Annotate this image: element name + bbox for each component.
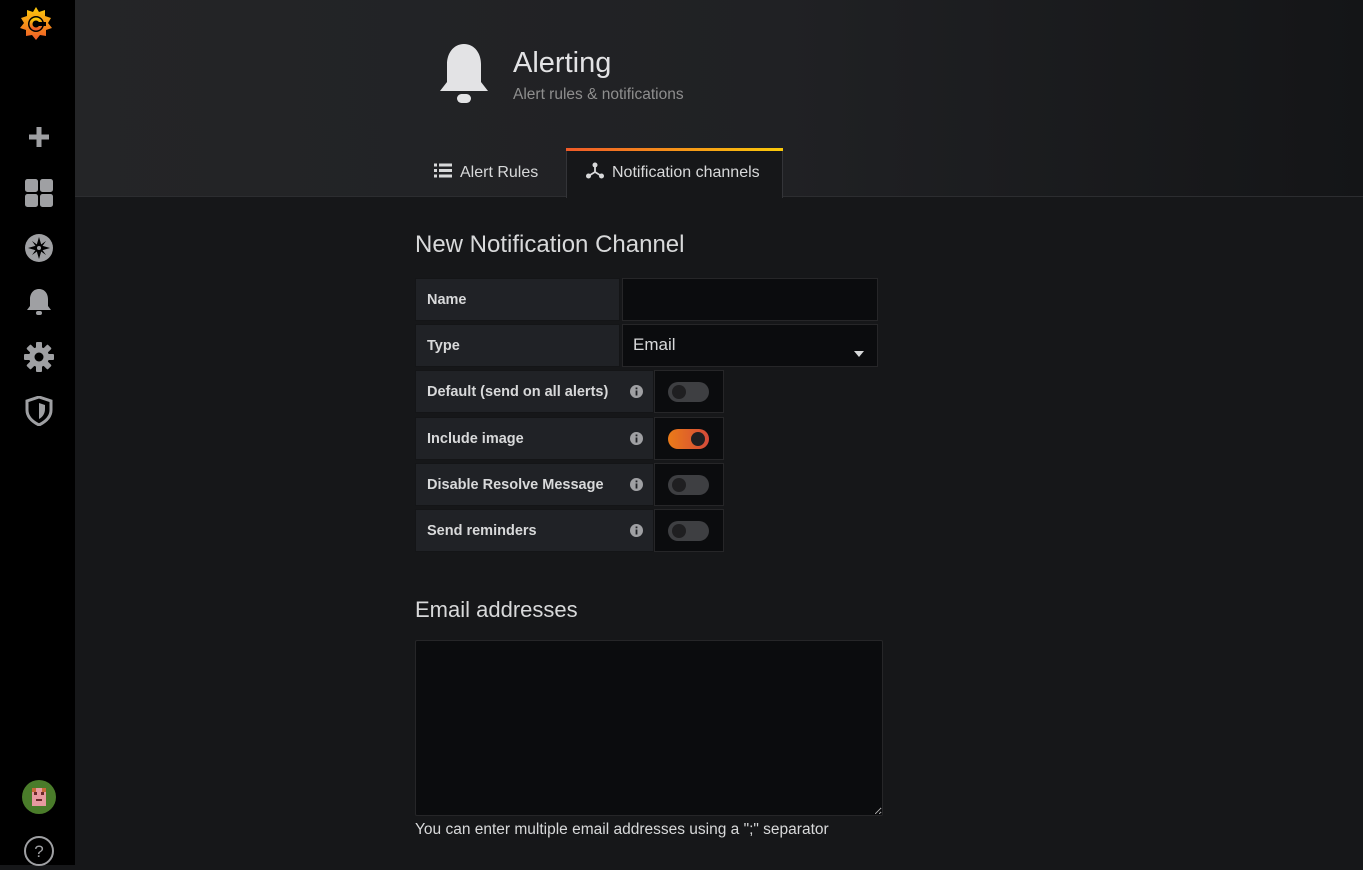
name-row: Name: [415, 278, 878, 321]
dashboards-icon[interactable]: [20, 174, 58, 212]
toggle-knob: [672, 524, 686, 538]
info-icon[interactable]: [630, 432, 643, 449]
include-image-toggle[interactable]: [654, 417, 724, 460]
toggle-label: Default (send on all alerts): [415, 370, 654, 413]
type-select[interactable]: Email: [622, 324, 878, 367]
channels-icon: [586, 162, 604, 184]
page-title: Alerting: [513, 47, 612, 79]
toggle-knob: [672, 385, 686, 399]
tab-notification-channels[interactable]: Notification channels: [566, 148, 783, 198]
info-icon[interactable]: [630, 478, 643, 495]
email-addresses-textarea[interactable]: [415, 640, 883, 816]
help-icon[interactable]: ?: [20, 832, 58, 870]
form-title: New Notification Channel: [415, 231, 685, 258]
explore-compass-icon[interactable]: [20, 229, 58, 267]
tab-label: Alert Rules: [460, 163, 539, 181]
sidebar: ?: [0, 0, 75, 866]
grafana-logo-icon[interactable]: [16, 4, 56, 44]
toggle-label: Send reminders: [415, 509, 654, 552]
toggle-track: [668, 429, 709, 449]
toggle-track: [668, 382, 709, 402]
disable-resolve-toggle[interactable]: [654, 463, 724, 506]
toggle-label-text: Send reminders: [427, 522, 537, 539]
name-label: Name: [415, 278, 620, 321]
tab-alert-rules[interactable]: Alert Rules: [434, 148, 538, 197]
toggle-row-include-image: Include image: [415, 417, 724, 460]
toggle-knob: [672, 478, 686, 492]
bell-icon: [438, 42, 490, 113]
page-header: Alerting Alert rules & notifications Ale…: [75, 0, 1363, 198]
plus-icon[interactable]: [20, 118, 58, 156]
toggle-knob: [691, 432, 705, 446]
email-hint: You can enter multiple email addresses u…: [415, 821, 829, 838]
type-row: Type Email: [415, 324, 878, 367]
type-label: Type: [415, 324, 620, 367]
toggle-label-text: Disable Resolve Message: [427, 476, 604, 493]
caret-down-icon: [854, 344, 864, 362]
bell-icon[interactable]: [20, 283, 58, 321]
send-reminders-toggle[interactable]: [654, 509, 724, 552]
toggle-row-disable-resolve: Disable Resolve Message: [415, 463, 724, 506]
email-section-title: Email addresses: [415, 597, 578, 622]
info-icon[interactable]: [630, 524, 643, 541]
type-selected-value: Email: [633, 335, 676, 354]
toggle-label-text: Include image: [427, 430, 524, 447]
gear-icon[interactable]: [20, 338, 58, 376]
user-avatar[interactable]: [20, 778, 58, 816]
default-toggle[interactable]: [654, 370, 724, 413]
info-icon[interactable]: [630, 385, 643, 402]
list-icon: [434, 163, 452, 183]
svg-text:?: ?: [34, 842, 43, 861]
toggle-row-send-reminders: Send reminders: [415, 509, 724, 552]
shield-icon[interactable]: [20, 392, 58, 430]
toggle-label: Disable Resolve Message: [415, 463, 654, 506]
name-input[interactable]: [622, 278, 878, 321]
toggle-label: Include image: [415, 417, 654, 460]
toggle-track: [668, 521, 709, 541]
tab-label: Notification channels: [612, 164, 760, 181]
page-subtitle: Alert rules & notifications: [513, 86, 684, 103]
toggle-track: [668, 475, 709, 495]
toggle-row-default: Default (send on all alerts): [415, 370, 724, 413]
toggle-label-text: Default (send on all alerts): [427, 383, 609, 400]
